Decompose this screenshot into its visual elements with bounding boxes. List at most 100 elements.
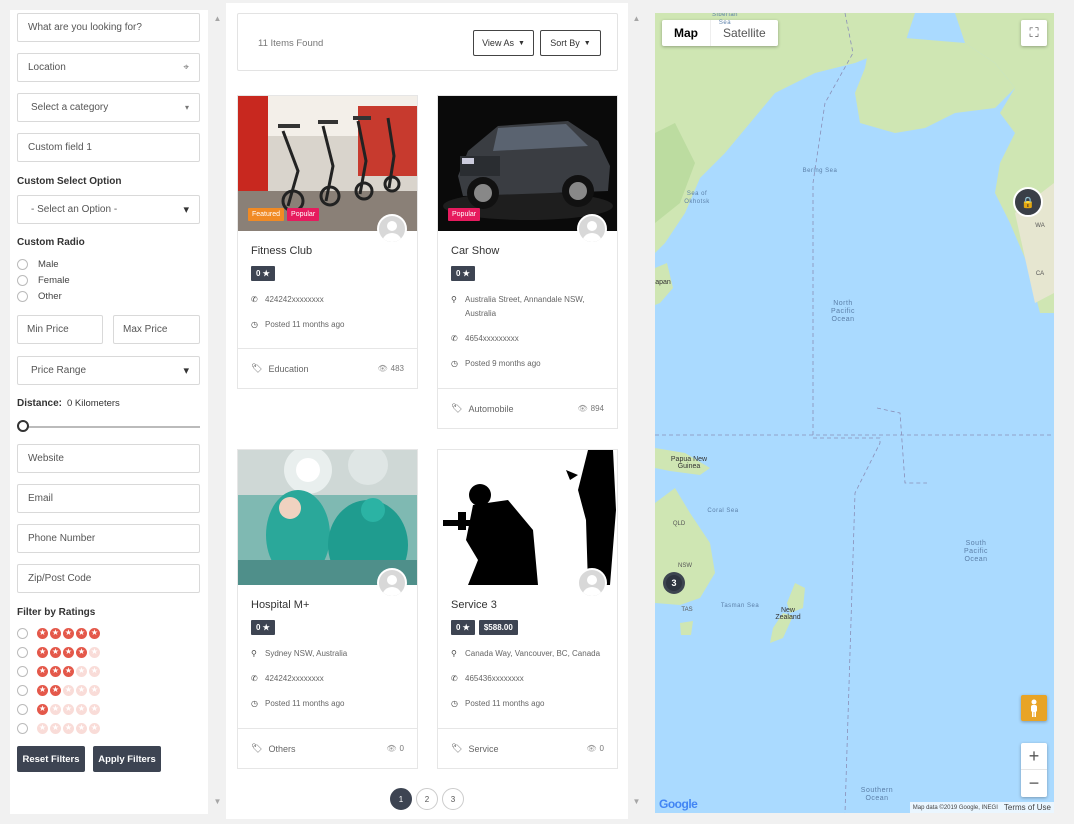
pegman-icon[interactable] bbox=[1021, 695, 1047, 721]
radio-button[interactable] bbox=[17, 258, 28, 270]
page-3-button[interactable]: 3 bbox=[442, 788, 464, 810]
radio-male[interactable]: Male bbox=[17, 258, 59, 270]
eye-icon: 👁 bbox=[577, 404, 588, 413]
listing-phone: 4654xxxxxxxxx bbox=[465, 334, 519, 343]
tag-icon: 🏷 bbox=[251, 363, 263, 373]
max-price-input[interactable]: Max Price bbox=[113, 315, 200, 344]
view-count: 👁 483 bbox=[377, 364, 404, 373]
star-icon: ★ bbox=[89, 627, 100, 639]
card-footer: 🏷 Others 👁 0 bbox=[238, 728, 417, 768]
custom-select[interactable]: - Select an Option - ▾ bbox=[17, 195, 200, 224]
view-as-button[interactable]: View As ▼ bbox=[473, 30, 534, 56]
zip-field[interactable]: Zip/Post Code bbox=[17, 564, 200, 593]
radio-button[interactable] bbox=[17, 627, 28, 639]
star-icon: ★ bbox=[76, 703, 87, 715]
listing-card[interactable]: Hospital M+ 0 ★ ⚲ Sydney NSW, Australia ✆… bbox=[237, 449, 418, 769]
star-icon: ★ bbox=[50, 646, 61, 658]
fullscreen-icon[interactable]: ⛶ bbox=[1021, 20, 1047, 46]
radio-button[interactable] bbox=[17, 646, 28, 658]
locate-icon[interactable]: ⌖ bbox=[183, 62, 189, 73]
chevron-down-icon: ▾ bbox=[184, 103, 189, 112]
listing-thumbnail[interactable]: Popular bbox=[438, 96, 617, 231]
rating-filter-2[interactable]: ★ ★ ★ ★ ★ bbox=[17, 684, 102, 696]
website-input[interactable]: Website bbox=[17, 444, 200, 473]
search-input[interactable]: What are you looking for? bbox=[17, 13, 200, 42]
email-field[interactable]: Email bbox=[17, 484, 200, 513]
radio-other[interactable]: Other bbox=[17, 290, 62, 302]
rating-filter-5[interactable]: ★ ★ ★ ★ ★ bbox=[17, 627, 102, 639]
map-tab[interactable]: Map bbox=[662, 20, 710, 46]
map-label-bering: Bering Sea bbox=[802, 168, 838, 174]
scroll-up-icon[interactable]: ▲ bbox=[631, 14, 642, 23]
radio-button[interactable] bbox=[17, 665, 28, 677]
scroll-down-icon[interactable]: ▼ bbox=[212, 797, 223, 806]
listing-title[interactable]: Car Show bbox=[451, 245, 604, 259]
listings-scrollbar[interactable]: ▲ ▼ bbox=[628, 10, 645, 814]
star-icon: ★ bbox=[89, 703, 100, 715]
star-icon: ★ bbox=[76, 646, 87, 658]
map-label-south-pacific: South Pacific Ocean bbox=[963, 540, 989, 563]
distance-slider-handle[interactable] bbox=[17, 420, 29, 432]
terms-link[interactable]: Terms of Use bbox=[1004, 803, 1051, 812]
listing-address: Australia Street, Annandale NSW, Austral… bbox=[465, 295, 585, 318]
rating-filter-0[interactable]: ★ ★ ★ ★ ★ bbox=[17, 722, 102, 734]
listing-category[interactable]: Service bbox=[468, 744, 498, 754]
zoom-in-icon[interactable]: + bbox=[1021, 743, 1047, 770]
radio-button[interactable] bbox=[17, 703, 28, 715]
scroll-down-icon[interactable]: ▼ bbox=[631, 797, 642, 806]
tag-icon: 🏷 bbox=[451, 743, 463, 753]
listing-title[interactable]: Service 3 bbox=[451, 599, 604, 613]
filter-scrollbar[interactable]: ▲ ▼ bbox=[209, 10, 226, 814]
radio-button[interactable] bbox=[17, 290, 28, 302]
radio-button[interactable] bbox=[17, 722, 28, 734]
star-icon: ★ bbox=[50, 665, 61, 677]
map-label-japan: apan bbox=[655, 279, 671, 286]
rating-chip: 0 ★ bbox=[251, 620, 275, 635]
listing-title[interactable]: Hospital M+ bbox=[251, 599, 404, 613]
listing-category[interactable]: Automobile bbox=[468, 404, 513, 414]
scroll-up-icon[interactable]: ▲ bbox=[212, 14, 223, 23]
category-select[interactable]: Select a category ▾ bbox=[17, 93, 200, 122]
website-placeholder: Website bbox=[28, 453, 64, 464]
custom-field-1-input[interactable]: Custom field 1 bbox=[17, 133, 200, 162]
price-range-select[interactable]: Price Range ▾ bbox=[17, 356, 200, 385]
apply-filters-button[interactable]: Apply Filters bbox=[93, 746, 161, 772]
distance-slider-track[interactable] bbox=[23, 426, 200, 428]
zoom-out-icon[interactable]: − bbox=[1021, 770, 1047, 797]
lock-icon[interactable]: 🔒 bbox=[1013, 187, 1043, 217]
map-label-nsw: NSW bbox=[678, 563, 692, 569]
location-input[interactable]: Location ⌖ bbox=[17, 53, 200, 82]
phone-field[interactable]: Phone Number bbox=[17, 524, 200, 553]
radio-button[interactable] bbox=[17, 274, 28, 286]
eye-icon: 👁 bbox=[386, 744, 397, 753]
listing-title[interactable]: Fitness Club bbox=[251, 245, 404, 259]
caret-down-icon: ▼ bbox=[583, 39, 591, 47]
listing-thumbnail[interactable]: Featured Popular bbox=[238, 96, 417, 231]
page-1-button[interactable]: 1 bbox=[390, 788, 412, 810]
listing-card[interactable]: Service 3 0 ★ $588.00 ⚲ Canada Way, Vanco… bbox=[437, 449, 618, 769]
custom-radio-label: Custom Radio bbox=[17, 237, 85, 248]
eye-icon: 👁 bbox=[586, 744, 597, 753]
listing-thumbnail[interactable] bbox=[238, 450, 417, 585]
listing-category[interactable]: Others bbox=[268, 744, 295, 754]
listing-category[interactable]: Education bbox=[268, 364, 308, 374]
rating-filter-3[interactable]: ★ ★ ★ ★ ★ bbox=[17, 665, 102, 677]
listing-card[interactable]: Featured Popular Fitness Club 0 ★ ✆ 42424… bbox=[237, 95, 418, 389]
map-label-north-pacific: North Pacific Ocean bbox=[830, 300, 856, 323]
map-label-tasman-sea: Tasman Sea bbox=[720, 603, 760, 609]
rating-filter-4[interactable]: ★ ★ ★ ★ ★ bbox=[17, 646, 102, 658]
marker-cluster[interactable]: 3 bbox=[663, 572, 685, 594]
listing-card[interactable]: Popular Car Show 0 ★ ⚲ Australia Street, … bbox=[437, 95, 618, 429]
map[interactable]: Map Satellite ⛶ North Pacific Ocean Sout… bbox=[655, 13, 1054, 813]
map-label-tas: TAS bbox=[681, 607, 693, 613]
min-price-input[interactable]: Min Price bbox=[17, 315, 103, 344]
listing-thumbnail[interactable] bbox=[438, 450, 617, 585]
location-placeholder: Location bbox=[28, 62, 66, 73]
star-icon: ★ bbox=[63, 684, 74, 696]
radio-female[interactable]: Female bbox=[17, 274, 70, 286]
sort-by-button[interactable]: Sort By ▼ bbox=[540, 30, 601, 56]
rating-filter-1[interactable]: ★ ★ ★ ★ ★ bbox=[17, 703, 102, 715]
reset-filters-button[interactable]: Reset Filters bbox=[17, 746, 85, 772]
page-2-button[interactable]: 2 bbox=[416, 788, 438, 810]
radio-button[interactable] bbox=[17, 684, 28, 696]
